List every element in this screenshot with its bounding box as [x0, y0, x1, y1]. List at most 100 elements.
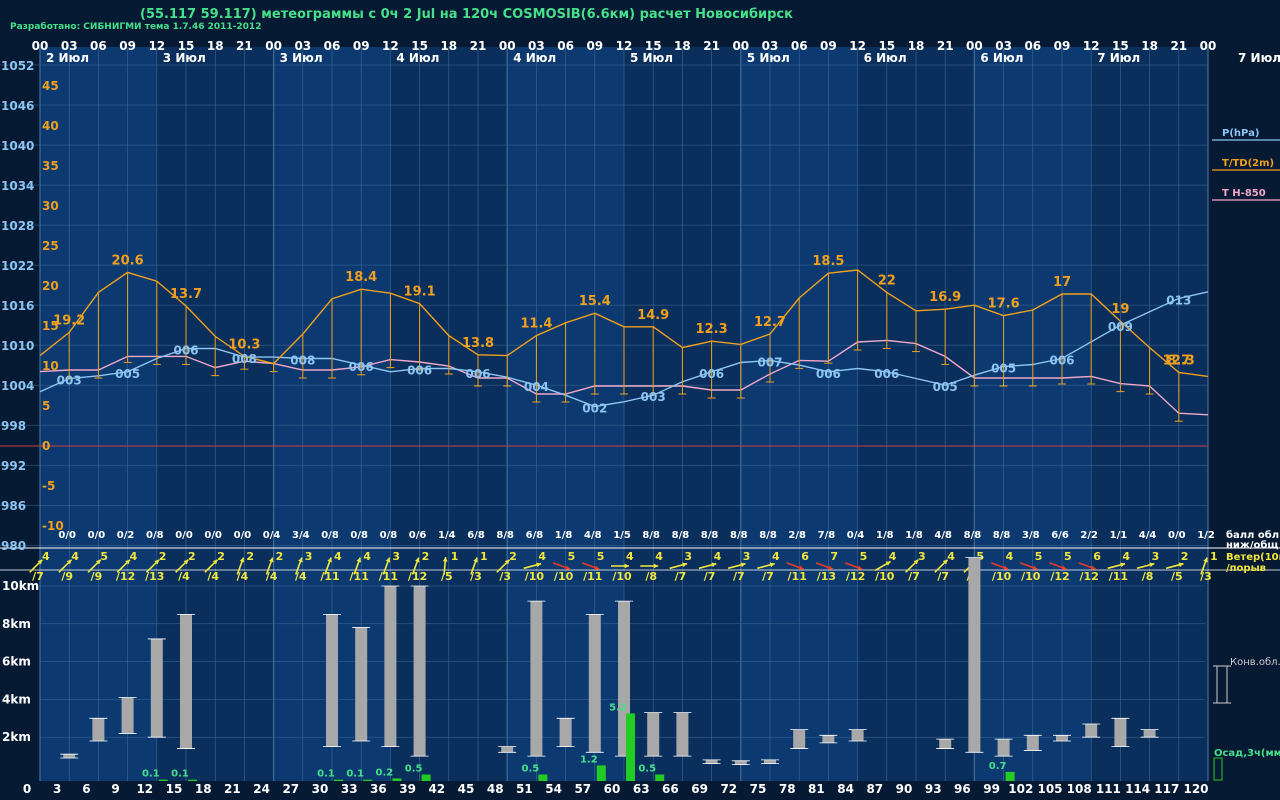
cloud-cover-label: 0/0	[1168, 530, 1186, 541]
height-tick-label: 10km	[2, 579, 39, 593]
day-label: 6 Июл	[980, 51, 1023, 65]
bottom-hour-tick: 39	[399, 782, 416, 796]
hour-tick-label: 09	[119, 39, 136, 53]
wind-speed-label: 5	[860, 550, 868, 563]
cloud-base-label: 006	[173, 343, 198, 357]
precipitation-label: 0.5	[405, 764, 423, 775]
wind-speed-label: 2	[276, 550, 284, 563]
wind-gust-label: /11	[583, 570, 602, 583]
wind-speed-label: 4	[363, 550, 371, 563]
pressure-tick-label: 1040	[1, 139, 34, 153]
wind-gust-label: /11	[350, 570, 369, 583]
hour-tick-label: 06	[90, 39, 107, 53]
temp-tick-label: 45	[42, 79, 59, 93]
cloud-base-label: 006	[699, 367, 724, 381]
precipitation-label: 0.5	[522, 764, 540, 775]
bottom-hour-tick: 63	[633, 782, 650, 796]
temperature-value-label: 10.3	[228, 337, 260, 352]
cloud-cover-label: 0/0	[204, 530, 222, 541]
wind-speed-label: 4	[655, 550, 663, 563]
wind-speed-label: 4	[1006, 550, 1014, 563]
cloud-cover-label: 0/0	[175, 530, 193, 541]
wind-gust-label: /10	[875, 570, 895, 583]
wind-speed-label: 4	[538, 550, 546, 563]
cloud-cover-label: 0/4	[263, 530, 281, 541]
temp-tick-label: 30	[42, 199, 59, 213]
convective-cloud-bar	[851, 729, 864, 741]
bottom-hour-tick: 75	[750, 782, 767, 796]
wind-speed-label: 4	[71, 550, 79, 563]
temperature-value-label: 19.1	[404, 285, 436, 300]
bottom-hour-tick: 96	[954, 782, 971, 796]
precipitation-label: 0.1	[346, 769, 364, 780]
wind-speed-label: 3	[305, 550, 313, 563]
hour-tick-label: 18	[908, 39, 925, 53]
pressure-tick-label: 998	[1, 419, 26, 433]
convective-cloud-bar	[1026, 735, 1039, 751]
convective-cloud-bar	[413, 586, 426, 757]
wind-speed-label: 4	[42, 550, 50, 563]
cloud-base-label: 006	[816, 367, 841, 381]
precipitation-bar	[421, 774, 431, 781]
bottom-hour-tick: 111	[1096, 782, 1121, 796]
wind-speed-label: 7	[830, 550, 838, 563]
cloud-cover-label: 8/8	[993, 530, 1011, 541]
bottom-hour-tick: 60	[604, 782, 621, 796]
cloud-cover-label: 1/4	[438, 530, 456, 541]
convective-cloud-bar	[822, 735, 835, 743]
precipitation-label: 1.2	[580, 754, 598, 765]
convective-cloud-bar	[647, 712, 660, 757]
cloud-base-label: 006	[407, 363, 432, 377]
wind-gust-label: /3	[1200, 570, 1212, 583]
wind-speed-label: 4	[947, 550, 955, 563]
hour-tick-label: 09	[586, 39, 603, 53]
bottom-hour-tick: 42	[428, 782, 445, 796]
temperature-value-label: 16.9	[929, 290, 961, 305]
cloud-base-label: 006	[1049, 353, 1074, 367]
cloud-cover-label: 3/8	[1022, 530, 1040, 541]
bottom-hour-tick: 12	[136, 782, 153, 796]
pressure-tick-label: 986	[1, 499, 26, 513]
cloud-cover-label: 0/2	[117, 530, 135, 541]
temp-tick-label: 20	[42, 279, 59, 293]
wind-speed-label: 2	[159, 550, 167, 563]
pressure-tick-label: 992	[1, 459, 26, 473]
wind-gust-label: /7	[704, 570, 716, 583]
precip-legend-label: Осад,3ч(мм)	[1214, 748, 1280, 759]
precipitation-bar	[334, 779, 343, 781]
precipitation-bar	[596, 765, 606, 781]
day-label: 4 Июл	[513, 51, 556, 65]
bottom-hour-tick: 18	[195, 782, 212, 796]
wind-gust-label: /11	[788, 570, 807, 583]
wind-speed-label: 4	[626, 550, 634, 563]
bottom-hour-tick: 24	[253, 782, 270, 796]
cloud-base-label: 006	[465, 367, 490, 381]
convective-cloud-bar	[1085, 723, 1098, 738]
wind-speed-label: 2	[509, 550, 517, 563]
hour-tick-label: 18	[207, 39, 224, 53]
pressure-tick-label: 1052	[1, 59, 34, 73]
precipitation-label: 0.1	[171, 769, 189, 780]
precipitation-bar	[158, 779, 168, 781]
convective-cloud-bar	[588, 614, 601, 753]
wind-gust-label: /13	[817, 570, 836, 583]
bottom-hour-tick: 9	[111, 782, 119, 796]
convective-cloud-bar	[180, 614, 192, 749]
cloud-cover-label: 2/8	[788, 530, 806, 541]
cloud-base-label: 008	[232, 352, 257, 366]
pressure-tick-label: 1028	[1, 219, 34, 233]
wind-gust-label: /9	[91, 570, 103, 583]
cloud-cover-legend: ниж/общ	[1226, 539, 1278, 551]
wind-gust-label: /11	[1109, 570, 1128, 583]
bottom-hour-tick: 30	[312, 782, 329, 796]
temp-tick-label: 35	[42, 159, 59, 173]
bottom-hour-tick: 27	[282, 782, 299, 796]
bottom-hour-tick: 93	[925, 782, 942, 796]
wind-gust-label: /11	[379, 570, 398, 583]
wind-speed-label: 4	[130, 550, 138, 563]
convective-cloud-bar	[939, 739, 952, 749]
hour-tick-label: 06	[1024, 39, 1041, 53]
temperature-value-label: 20.6	[112, 253, 144, 268]
bottom-hour-tick: 45	[458, 782, 475, 796]
height-tick-label: 4km	[2, 692, 31, 706]
